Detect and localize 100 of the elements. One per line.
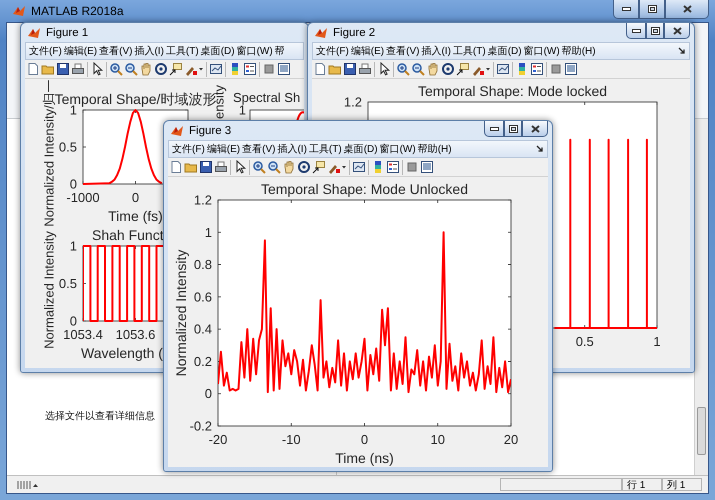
menu-item[interactable]: 工具(T)	[452, 44, 486, 58]
close-button[interactable]	[522, 121, 548, 137]
save-icon[interactable]	[56, 62, 70, 76]
link-icon[interactable]	[209, 62, 223, 76]
save-icon[interactable]	[199, 160, 213, 174]
minimize-button[interactable]	[484, 121, 504, 137]
menu-item[interactable]: 窗口(W)	[236, 44, 273, 58]
scrollbar-thumb[interactable]	[697, 407, 706, 455]
legend-icon[interactable]	[386, 160, 400, 174]
tick-label: 10	[430, 432, 445, 447]
tick-label: 0	[360, 432, 368, 447]
menu-item[interactable]: 桌面(D)	[344, 142, 378, 156]
chart-title: Shah Funct	[92, 227, 164, 243]
rotate-icon[interactable]	[441, 62, 455, 76]
maximize-button[interactable]	[639, 0, 665, 19]
hand-icon[interactable]	[139, 62, 153, 76]
menu-item[interactable]: 编辑(E)	[206, 142, 240, 156]
zoom-in-icon[interactable]	[109, 62, 123, 76]
maximize-icon	[650, 26, 660, 34]
menu-item[interactable]: 编辑(E)	[64, 44, 98, 58]
tick-label: 1053.4	[63, 327, 103, 342]
menu-item[interactable]: 插入(I)	[421, 44, 451, 58]
menu-item[interactable]: 工具(T)	[166, 44, 199, 58]
zoom-out-icon[interactable]	[411, 62, 425, 76]
dock-icon[interactable]	[678, 47, 686, 55]
chart-title: Temporal Shape: Mode Unlocked	[261, 181, 468, 197]
link-icon[interactable]	[496, 62, 510, 76]
menu-item[interactable]: 工具(T)	[308, 142, 342, 156]
menu-item[interactable]: 插入(I)	[277, 142, 307, 156]
tick-label: 1	[238, 102, 246, 118]
rotate-icon[interactable]	[297, 160, 311, 174]
tick-label: 0.6	[194, 289, 212, 304]
axis-label: Normalized Intensity/归一	[42, 79, 56, 227]
menu-item[interactable]: 窗口(W)	[380, 142, 416, 156]
menu-item[interactable]: 插入(I)	[134, 44, 164, 58]
data-cursor-icon[interactable]	[456, 62, 470, 76]
menu-item[interactable]: 帮助(H)	[418, 142, 452, 156]
menu-item[interactable]: 桌面(D)	[200, 44, 235, 58]
save-icon[interactable]	[343, 62, 357, 76]
minimize-icon	[622, 7, 630, 11]
tick-label: 1	[70, 238, 77, 254]
menu-item[interactable]: 文件(F)	[172, 142, 205, 156]
menu-item[interactable]: 文件(F)	[316, 44, 349, 58]
menu-item[interactable]: 查看(V)	[386, 44, 420, 58]
menu-item[interactable]: 查看(V)	[242, 142, 276, 156]
maximize-button[interactable]	[646, 23, 664, 39]
legend-icon[interactable]	[243, 62, 257, 76]
tick-label: 0.8	[194, 257, 212, 272]
zoom-out-icon[interactable]	[124, 62, 138, 76]
membrane-logo-icon	[314, 26, 328, 40]
new-file-icon[interactable]	[313, 62, 327, 76]
minimize-button[interactable]	[613, 0, 639, 19]
panel-icon[interactable]	[564, 62, 578, 76]
close-button[interactable]	[665, 0, 709, 19]
link-icon[interactable]	[352, 160, 366, 174]
menu-item[interactable]: 窗口(W)	[524, 44, 560, 58]
menu-item[interactable]: 查看(V)	[99, 44, 132, 58]
zoom-out-icon[interactable]	[267, 160, 281, 174]
close-button[interactable]	[664, 23, 690, 39]
rotate-icon[interactable]	[154, 62, 168, 76]
square-icon[interactable]	[405, 160, 419, 174]
menu-item[interactable]: 编辑(E)	[350, 44, 384, 58]
details-hint: 选择文件以查看详细信息	[45, 411, 155, 422]
menu-item[interactable]: 文件(F)	[29, 44, 62, 58]
hand-icon[interactable]	[282, 160, 296, 174]
axis-label: Normalized Intensity	[42, 231, 56, 349]
membrane-logo-icon	[170, 124, 184, 138]
printer-icon[interactable]	[214, 160, 228, 174]
printer-icon[interactable]	[71, 62, 85, 76]
printer-icon[interactable]	[358, 62, 372, 76]
zoom-in-icon[interactable]	[396, 62, 410, 76]
dock-icon[interactable]	[536, 145, 544, 153]
axis-label: Time (fs)	[108, 208, 163, 224]
panel-icon[interactable]	[277, 62, 291, 76]
new-file-icon[interactable]	[26, 62, 40, 76]
close-icon	[672, 26, 682, 34]
chart-title: Spectral Sh	[233, 90, 300, 105]
layout-grip-icon[interactable]	[17, 480, 39, 490]
legend-icon[interactable]	[530, 62, 544, 76]
data-cursor-icon[interactable]	[312, 160, 326, 174]
tick-label: 1.2	[194, 192, 212, 208]
window-title: Figure 2	[333, 26, 376, 38]
square-icon[interactable]	[262, 62, 276, 76]
column-indicator: 列 1	[662, 478, 702, 491]
square-icon[interactable]	[549, 62, 563, 76]
zoom-in-icon[interactable]	[252, 160, 266, 174]
window-title: Figure 1	[46, 26, 88, 38]
new-file-icon[interactable]	[169, 160, 183, 174]
hand-icon[interactable]	[426, 62, 440, 76]
axis-label: Wavelength (	[81, 345, 163, 361]
minimize-button[interactable]	[626, 23, 646, 39]
menu-item[interactable]: 帮助(H)	[562, 44, 596, 58]
chart-title: Temporal Shape: Mode locked	[418, 83, 608, 99]
menu-item[interactable]: 帮	[274, 44, 285, 58]
panel-icon[interactable]	[420, 160, 434, 174]
maximize-button[interactable]	[504, 121, 522, 137]
menu-item[interactable]: 桌面(D)	[488, 44, 522, 58]
scrollbar[interactable]	[694, 119, 708, 475]
tick-label: 0	[204, 386, 212, 402]
data-cursor-icon[interactable]	[169, 62, 183, 76]
